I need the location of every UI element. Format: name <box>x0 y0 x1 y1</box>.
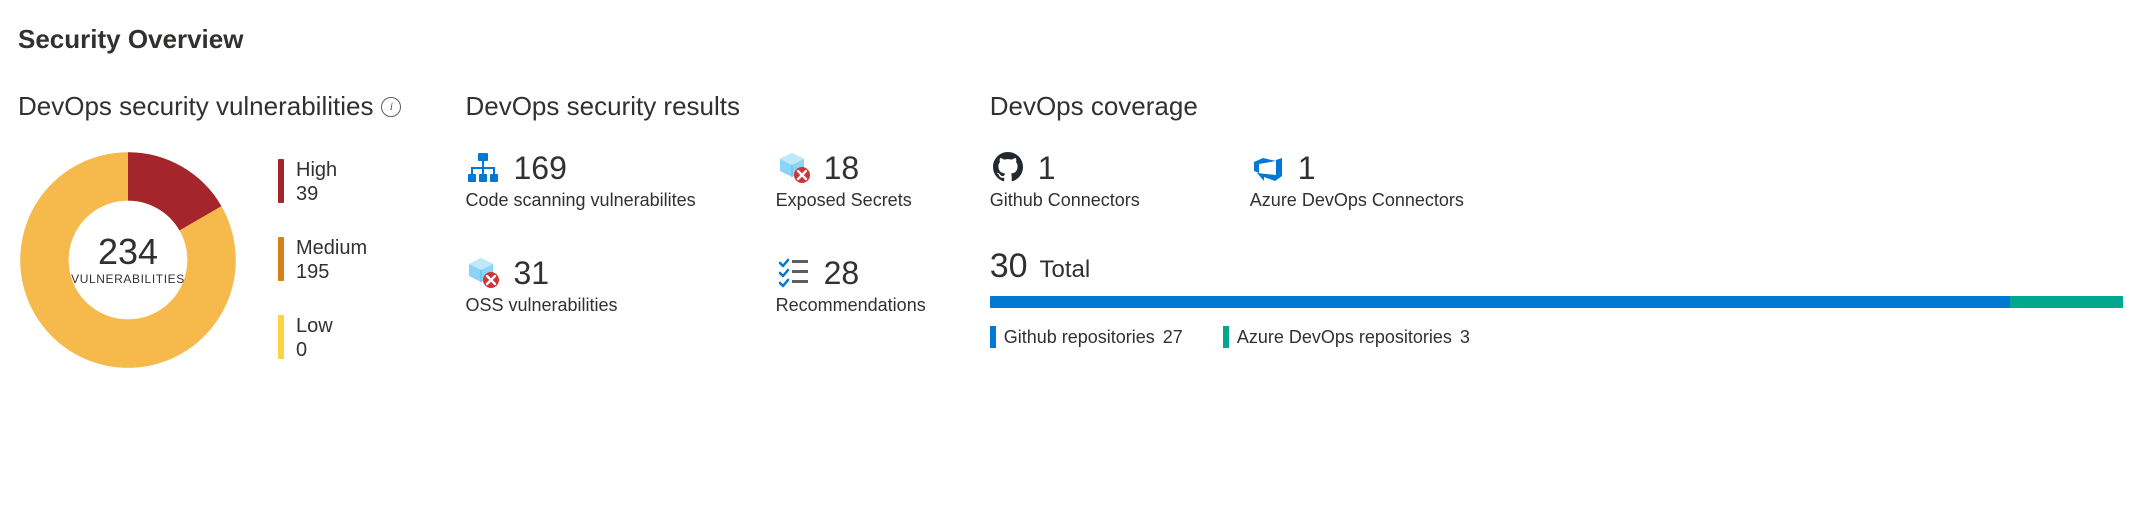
coverage-legend-github-value: 27 <box>1163 327 1183 348</box>
metric-recommendations-value: 28 <box>824 257 860 289</box>
coverage-legend-azure-label: Azure DevOps repositories <box>1237 327 1452 348</box>
metric-github-connectors[interactable]: 1 Github Connectors <box>990 150 1140 211</box>
metric-code-scanning[interactable]: 169 Code scanning vulnerabilites <box>465 150 695 211</box>
donut-chart: 234 VULNERABILITIES <box>18 150 238 370</box>
cards-row: DevOps security vulnerabilities i 234 VU… <box>18 91 2123 370</box>
metric-secrets-top: 18 <box>776 150 926 186</box>
coverage-title: DevOps coverage <box>990 91 2123 122</box>
vulnerabilities-title: DevOps security vulnerabilities i <box>18 91 401 122</box>
metric-oss[interactable]: 31 OSS vulnerabilities <box>465 255 695 316</box>
coverage-legend-github-label: Github repositories <box>1004 327 1155 348</box>
metric-azure-connectors[interactable]: 1 Azure DevOps Connectors <box>1250 150 1464 211</box>
legend-text-medium: Medium 195 <box>296 237 367 283</box>
metric-recommendations-label: Recommendations <box>776 295 926 316</box>
metric-azure-connectors-value: 1 <box>1298 152 1316 184</box>
metric-recommendations[interactable]: 28 Recommendations <box>776 255 926 316</box>
donut-center: 234 VULNERABILITIES <box>18 150 238 370</box>
results-title: DevOps security results <box>465 91 925 122</box>
metric-github-connectors-top: 1 <box>990 150 1140 186</box>
coverage-legend-azure[interactable]: Azure DevOps repositories 3 <box>1223 326 1470 348</box>
coverage-total-value: 30 <box>990 247 1028 286</box>
security-overview-page: Security Overview DevOps security vulner… <box>0 0 2141 410</box>
legend-text-low: Low 0 <box>296 315 333 361</box>
results-grid: 169 Code scanning vulnerabilites 18 Expo… <box>465 150 925 316</box>
legend-label-medium: Medium <box>296 237 367 259</box>
metric-secrets-value: 18 <box>824 152 860 184</box>
coverage-total-label: Total <box>1040 256 1091 284</box>
metric-recommendations-top: 28 <box>776 255 926 291</box>
info-icon[interactable]: i <box>381 97 401 117</box>
metric-github-connectors-label: Github Connectors <box>990 190 1140 211</box>
coverage-bar <box>990 296 2123 308</box>
metric-secrets-label: Exposed Secrets <box>776 190 926 211</box>
legend-label-low: Low <box>296 315 333 337</box>
metric-azure-connectors-top: 1 <box>1250 150 1464 186</box>
coverage-legend-tick-azure <box>1223 326 1229 348</box>
coverage-legend-azure-value: 3 <box>1460 327 1470 348</box>
cube-alert-icon <box>465 255 501 291</box>
results-card: DevOps security results 169 Code scannin… <box>465 91 925 316</box>
github-icon <box>990 150 1026 186</box>
coverage-card: DevOps coverage 1 Github Connectors <box>990 91 2123 348</box>
legend-text-high: High 39 <box>296 159 337 205</box>
metric-azure-connectors-label: Azure DevOps Connectors <box>1250 190 1464 211</box>
cube-alert-icon <box>776 150 812 186</box>
metric-github-connectors-value: 1 <box>1038 152 1056 184</box>
legend-value-medium: 195 <box>296 261 367 283</box>
donut-center-label: VULNERABILITIES <box>71 272 185 286</box>
coverage-legend-github[interactable]: Github repositories 27 <box>990 326 1183 348</box>
azure-devops-icon <box>1250 150 1286 186</box>
legend-tick-low <box>278 315 284 359</box>
metric-code-scanning-value: 169 <box>513 152 566 184</box>
coverage-legend-tick-github <box>990 326 996 348</box>
legend-value-high: 39 <box>296 183 337 205</box>
coverage-total-line: 30 Total <box>990 247 2123 286</box>
vulnerabilities-title-text: DevOps security vulnerabilities <box>18 91 373 122</box>
donut-wrap: 234 VULNERABILITIES High 39 <box>18 150 401 370</box>
donut-center-value: 234 <box>98 234 158 270</box>
vulnerabilities-card: DevOps security vulnerabilities i 234 VU… <box>18 91 401 370</box>
metric-code-scanning-label: Code scanning vulnerabilites <box>465 190 695 211</box>
legend-row-high[interactable]: High 39 <box>278 159 367 205</box>
vulnerabilities-legend: High 39 Medium 195 Low <box>278 159 367 361</box>
metric-secrets[interactable]: 18 Exposed Secrets <box>776 150 926 211</box>
coverage-connectors-row: 1 Github Connectors 1 Azure DevOps Conne… <box>990 150 2123 211</box>
sitemap-icon <box>465 150 501 186</box>
legend-label-high: High <box>296 159 337 181</box>
checklist-icon <box>776 255 812 291</box>
metric-oss-top: 31 <box>465 255 695 291</box>
page-title: Security Overview <box>18 24 2123 55</box>
legend-row-low[interactable]: Low 0 <box>278 315 367 361</box>
legend-tick-medium <box>278 237 284 281</box>
legend-value-low: 0 <box>296 339 333 361</box>
metric-oss-label: OSS vulnerabilities <box>465 295 695 316</box>
coverage-legend: Github repositories 27 Azure DevOps repo… <box>990 326 2123 348</box>
metric-oss-value: 31 <box>513 257 549 289</box>
legend-tick-high <box>278 159 284 203</box>
legend-row-medium[interactable]: Medium 195 <box>278 237 367 283</box>
metric-code-scanning-top: 169 <box>465 150 695 186</box>
coverage-bar-github <box>990 296 2010 308</box>
coverage-bar-azure <box>2010 296 2123 308</box>
